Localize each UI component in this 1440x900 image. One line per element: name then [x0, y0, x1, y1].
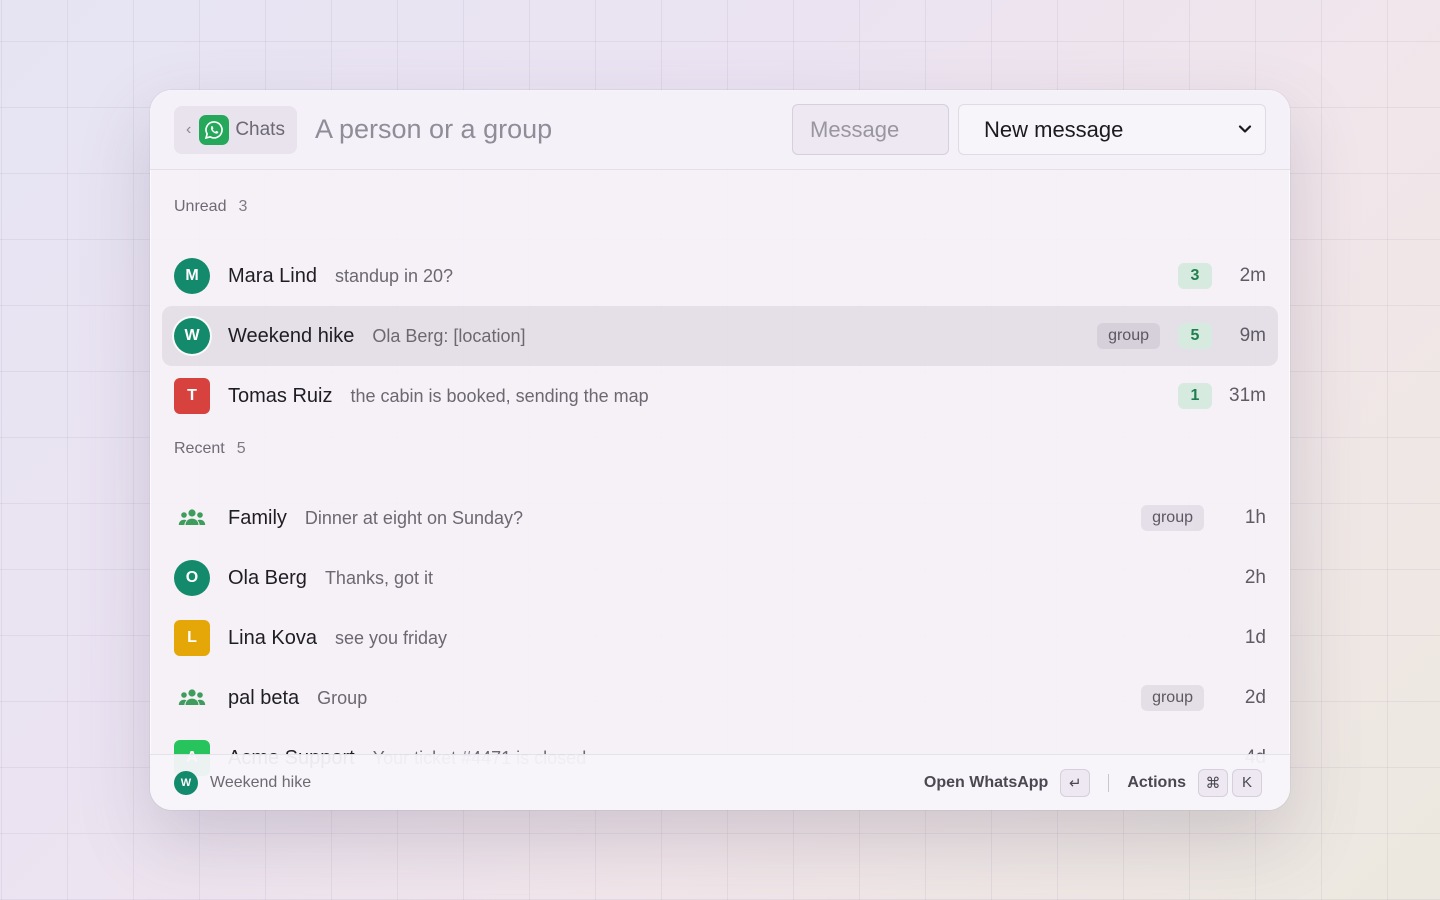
list-item[interactable]: O Ola Berg Thanks, got it 2h — [162, 548, 1278, 608]
list-item[interactable]: L Lina Kova see you friday 1d — [162, 608, 1278, 668]
section-count: 5 — [236, 440, 246, 457]
enter-key-hint: ↵ — [1060, 768, 1091, 797]
avatar: O — [174, 560, 210, 596]
timestamp: 9m — [1239, 325, 1266, 346]
footer-divider — [1108, 773, 1110, 792]
timestamp: 2m — [1239, 265, 1266, 286]
chat-preview: Dinner at eight on Sunday? — [304, 507, 524, 528]
chat-name: Mara Lind — [228, 264, 317, 287]
chat-preview: Thanks, got it — [324, 567, 433, 588]
unread-badge: 3 — [1178, 263, 1212, 289]
chat-name: Weekend hike — [228, 324, 355, 347]
people-group-icon — [174, 500, 210, 536]
list-item[interactable]: M Mara Lind standup in 20? 3 2m — [162, 246, 1278, 306]
back-to-chats-button[interactable]: ‹ Chats — [174, 105, 297, 154]
section-label: Recent — [174, 440, 225, 457]
timestamp: 31m — [1229, 385, 1266, 406]
open-whatsapp-action[interactable]: Open WhatsApp — [924, 774, 1048, 792]
list-item[interactable]: pal beta Group group 2d — [162, 668, 1278, 728]
whatsapp-icon — [199, 114, 230, 145]
selected-chat-name: Weekend hike — [210, 773, 312, 791]
command-key-hint: ⌘ — [1198, 768, 1228, 797]
chat-name: Family — [228, 506, 287, 529]
avatar: T — [174, 378, 210, 414]
list-item[interactable]: Family Dinner at eight on Sunday? group … — [162, 488, 1278, 548]
chat-preview: the cabin is booked, sending the map — [350, 385, 649, 406]
group-tag: group — [1141, 685, 1204, 711]
top-bar: ‹ Chats New message — [150, 90, 1290, 170]
actions-menu-button[interactable]: Actions — [1127, 774, 1186, 792]
chat-preview: Group — [317, 687, 368, 708]
list-item-selected[interactable]: W Weekend hike Ola Berg: [location] grou… — [162, 306, 1278, 366]
group-tag: group — [1097, 323, 1160, 349]
timestamp: 1h — [1244, 507, 1266, 528]
mode-select-value: New message — [984, 116, 1124, 142]
avatar: M — [174, 258, 210, 294]
section-header-recent: Recent 5 — [162, 426, 1278, 488]
chat-preview: see you friday — [334, 627, 448, 648]
back-label: Chats — [235, 118, 285, 140]
mode-select[interactable]: New message — [958, 104, 1266, 155]
chat-preview: standup in 20? — [334, 265, 454, 286]
k-key-hint: K — [1232, 768, 1262, 797]
list-item[interactable]: T Tomas Ruiz the cabin is booked, sendin… — [162, 366, 1278, 426]
section-header-unread: Unread 3 — [162, 170, 1278, 246]
chat-preview: Ola Berg: [location] — [372, 325, 526, 346]
chevron-down-icon — [1237, 117, 1253, 143]
chat-list: Unread 3 M Mara Lind standup in 20? 3 2m… — [150, 170, 1290, 788]
message-input[interactable] — [792, 104, 949, 155]
timestamp: 2d — [1244, 687, 1266, 708]
chat-name: pal beta — [228, 686, 300, 709]
timestamp: 1d — [1244, 627, 1266, 648]
selected-avatar: W — [174, 770, 198, 795]
group-tag: group — [1141, 505, 1204, 531]
section-count: 3 — [238, 198, 248, 215]
timestamp: 2h — [1244, 567, 1266, 588]
unread-badge: 1 — [1178, 383, 1212, 409]
chat-name: Lina Kova — [228, 626, 317, 649]
chat-name: Tomas Ruiz — [228, 384, 333, 407]
chat-name: Ola Berg — [228, 566, 307, 589]
search-input[interactable] — [314, 114, 792, 145]
chevron-left-icon: ‹ — [186, 120, 192, 138]
people-group-icon — [174, 680, 210, 716]
unread-badge: 5 — [1178, 323, 1212, 349]
section-label: Unread — [174, 198, 227, 215]
avatar: W — [174, 318, 210, 354]
command-palette-window: ‹ Chats New message Unread 3 M Mara Li — [150, 90, 1290, 810]
footer-bar: W Weekend hike Open WhatsApp ↵ Actions ⌘… — [150, 754, 1290, 810]
avatar: L — [174, 620, 210, 656]
